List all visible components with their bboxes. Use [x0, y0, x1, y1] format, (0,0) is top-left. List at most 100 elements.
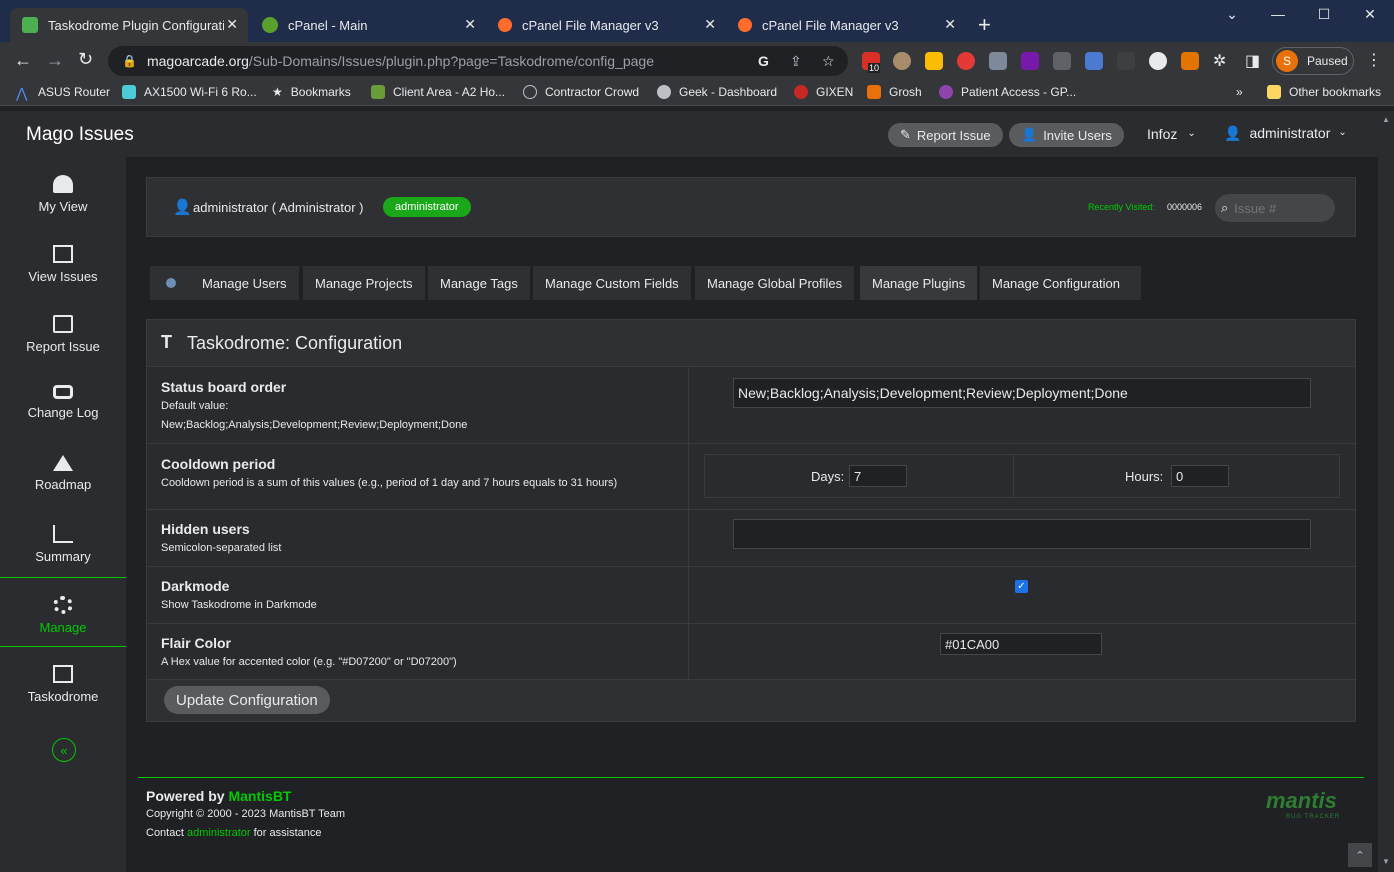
new-tab-button[interactable]: + — [978, 12, 991, 38]
status-order-label-block: Status board order Default value: New;Ba… — [161, 379, 468, 431]
bookmark-patient-access[interactable]: Patient Access - GP... — [939, 85, 1076, 99]
issue-number-input[interactable] — [1234, 200, 1315, 216]
tag-extension-icon[interactable] — [989, 52, 1007, 70]
scroll-down-icon[interactable]: ▼ — [1382, 857, 1390, 866]
other-bookmarks[interactable]: Other bookmarks — [1267, 85, 1381, 99]
report-issue-button[interactable]: ✎ Report Issue — [888, 123, 1003, 147]
sidebar-item-change-log[interactable]: Change Log — [0, 367, 126, 437]
profile-button[interactable]: S Paused — [1272, 47, 1354, 75]
onenote-extension-icon[interactable] — [1021, 52, 1039, 70]
tab-cpanel-main[interactable]: cPanel - Main ✕ — [250, 8, 486, 42]
tab-manage-tags[interactable]: Manage Tags — [428, 266, 530, 300]
project-menu[interactable]: Infoz ⌄ — [1147, 126, 1196, 142]
update-configuration-button[interactable]: Update Configuration — [164, 686, 330, 714]
days-input[interactable] — [849, 465, 907, 487]
tab-file-manager-2[interactable]: cPanel File Manager v3 ✕ — [728, 8, 966, 42]
info-circle-icon — [166, 278, 176, 288]
tab-manage-users[interactable]: Manage Users — [190, 266, 299, 300]
tab-manage-global-profiles[interactable]: Manage Global Profiles — [695, 266, 855, 300]
profile-status: Paused — [1307, 54, 1348, 68]
cpanel-logo-icon — [738, 18, 752, 32]
rocket-extension-icon[interactable] — [1085, 52, 1103, 70]
puzzle-icon[interactable]: ✲ — [1213, 51, 1226, 71]
sidebar-item-view-issues[interactable]: View Issues — [0, 227, 126, 297]
back-extension-icon[interactable] — [1149, 52, 1167, 70]
tab-file-manager-1[interactable]: cPanel File Manager v3 ✕ — [488, 8, 726, 42]
screenshot-extension-icon[interactable] — [1181, 52, 1199, 70]
owl-extension-icon[interactable] — [893, 52, 911, 70]
globe-icon — [523, 85, 537, 99]
cpanel-favicon-icon — [262, 17, 278, 33]
tab-manage-custom-fields[interactable]: Manage Custom Fields — [533, 266, 691, 300]
maximize-icon[interactable]: ☐ — [1309, 6, 1339, 23]
keep-extension-icon[interactable] — [925, 52, 943, 70]
sidebar-item-report-issue[interactable]: Report Issue — [0, 297, 126, 367]
close-tab-icon[interactable]: ✕ — [226, 16, 238, 33]
brand-title[interactable]: Mago Issues — [26, 124, 134, 146]
issue-search[interactable]: ⌕ — [1215, 194, 1335, 222]
menu-dots-icon[interactable]: ⋮ — [1366, 50, 1382, 70]
road-icon — [53, 455, 73, 471]
bookmark-gixen[interactable]: GIXEN — [794, 85, 853, 99]
hidden-users-input[interactable] — [733, 519, 1311, 549]
close-tab-icon[interactable]: ✕ — [464, 16, 476, 33]
url-domain: magoarcade.org — [146, 53, 249, 69]
config-title: Taskodrome: Configuration — [187, 333, 403, 353]
bookmark-contractor-crowd[interactable]: Contractor Crowd — [523, 85, 639, 99]
user-menu[interactable]: 👤 administrator ⌄ — [1224, 125, 1347, 142]
z-extension-icon[interactable] — [1053, 52, 1071, 70]
access-badge: administrator — [383, 197, 471, 217]
back-icon[interactable]: ← — [14, 50, 32, 71]
tab-manage-plugins[interactable]: Manage Plugins — [860, 266, 978, 300]
recently-visited-link[interactable]: 0000006 — [1167, 202, 1202, 212]
page-scrollbar[interactable]: ▲ ▼ — [1378, 111, 1394, 872]
asus-icon: ⋀ — [16, 85, 28, 101]
sidebar-collapse-button[interactable]: « — [52, 738, 76, 762]
mantis-logo[interactable]: mantis BUG TRACKER — [1238, 788, 1348, 824]
tab-taskodrome[interactable]: Taskodrome Plugin Configuration ✕ — [10, 8, 248, 42]
sidepanel-icon[interactable]: ◨ — [1245, 51, 1260, 71]
scroll-to-top-button[interactable]: ⌃ — [1348, 843, 1372, 867]
bookmark-ax1500[interactable]: AX1500 Wi-Fi 6 Ro... — [122, 85, 257, 99]
bookmark-bookmarks[interactable]: ★ Bookmarks — [272, 85, 351, 99]
tab-manage-projects[interactable]: Manage Projects — [303, 266, 425, 300]
tab-manage-configuration[interactable]: Manage Configuration — [980, 266, 1141, 300]
bookmark-grosh[interactable]: Grosh — [867, 85, 922, 99]
double-chevron-up-icon: ⌃ — [1355, 849, 1365, 862]
powered-by: Powered by MantisBT — [146, 788, 292, 804]
bookmark-client-area[interactable]: Client Area - A2 Ho... — [371, 85, 505, 99]
mantisbt-link[interactable]: MantisBT — [228, 788, 291, 804]
flair-color-input[interactable] — [940, 633, 1102, 655]
grosh-icon — [867, 85, 881, 99]
forward-icon[interactable]: → — [46, 50, 64, 71]
reload-icon[interactable]: ↻ — [78, 49, 93, 70]
bookmarks-overflow-icon[interactable]: » — [1236, 85, 1243, 99]
tab-search-icon[interactable]: ⌄ — [1217, 6, 1247, 23]
admin-contact-link[interactable]: administrator — [187, 827, 251, 839]
minimize-icon[interactable]: — — [1263, 6, 1293, 22]
close-window-icon[interactable]: ✕ — [1355, 6, 1385, 23]
bookmark-asus[interactable]: ⋀ ASUS Router — [16, 85, 110, 101]
sidebar-item-my-view[interactable]: My View — [0, 157, 126, 227]
status-order-input[interactable] — [733, 378, 1311, 408]
address-bar[interactable]: 🔒 magoarcade.org /Sub-Domains/Issues/plu… — [108, 46, 848, 76]
sidebar-item-summary[interactable]: Summary — [0, 507, 126, 577]
bookmark-geek[interactable]: Geek - Dashboard — [657, 85, 777, 99]
close-tab-icon[interactable]: ✕ — [704, 16, 716, 33]
stop-extension-icon[interactable] — [957, 52, 975, 70]
invite-users-button[interactable]: 👤 Invite Users — [1009, 123, 1124, 147]
bookmark-star-icon[interactable]: ☆ — [822, 53, 835, 70]
darkmode-checkbox[interactable]: ✓ — [1015, 580, 1028, 593]
google-icon[interactable]: G — [758, 53, 769, 69]
tab-info[interactable] — [150, 266, 190, 300]
css-extension-icon[interactable] — [1117, 52, 1135, 70]
recently-visited-label: Recently Visited: — [1088, 202, 1155, 212]
scroll-up-icon[interactable]: ▲ — [1382, 115, 1390, 124]
close-tab-icon[interactable]: ✕ — [944, 16, 956, 33]
mantis-logo-subtitle: BUG TRACKER — [1286, 814, 1341, 820]
sidebar-item-manage[interactable]: Manage — [0, 577, 126, 647]
hours-input[interactable] — [1171, 465, 1229, 487]
sidebar-item-roadmap[interactable]: Roadmap — [0, 437, 126, 507]
sidebar-item-taskodrome[interactable]: Taskodrome — [0, 647, 126, 717]
share-icon[interactable]: ⇪ — [790, 53, 802, 70]
